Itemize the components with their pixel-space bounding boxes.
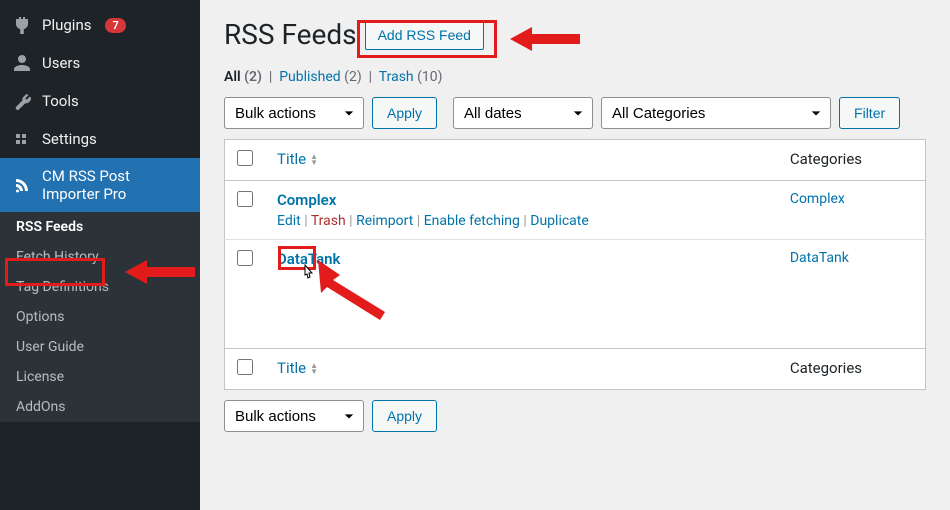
tablenav-top: Bulk actions Apply All dates All Categor… <box>224 97 926 129</box>
submenu-options[interactable]: Options <box>0 302 200 332</box>
row-checkbox[interactable] <box>237 191 253 207</box>
feeds-table: Title▲▼ Categories Complex Edit | Trash … <box>224 139 926 390</box>
submenu-user-guide[interactable]: User Guide <box>0 332 200 362</box>
apply-bulk-button[interactable]: Apply <box>372 97 437 129</box>
select-all-checkbox-bottom[interactable] <box>237 359 253 375</box>
add-rss-feed-button[interactable]: Add RSS Feed <box>365 20 484 50</box>
menu-cm-rss[interactable]: CM RSS Post Importer Pro <box>0 158 200 212</box>
action-duplicate[interactable]: Duplicate <box>530 213 589 229</box>
apply-bulk-button-bottom[interactable]: Apply <box>372 400 437 432</box>
categories-filter-select[interactable]: All Categories <box>601 97 831 129</box>
menu-settings[interactable]: Settings <box>0 120 200 158</box>
menu-label: Users <box>42 54 80 72</box>
settings-icon <box>12 129 32 149</box>
dates-filter-select[interactable]: All dates <box>453 97 593 129</box>
tablenav-bottom: Bulk actions Apply <box>224 400 926 432</box>
filter-trash[interactable]: Trash (10) <box>379 69 443 85</box>
bulk-actions-select-bottom[interactable]: Bulk actions <box>224 400 364 432</box>
menu-label: Plugins <box>42 16 91 34</box>
submenu-addons[interactable]: AddOns <box>0 392 200 422</box>
menu-tools[interactable]: Tools <box>0 82 200 120</box>
status-filter-links: All (2) | Published (2) | Trash (10) <box>224 69 926 85</box>
category-link[interactable]: DataTank <box>790 250 849 266</box>
row-checkbox[interactable] <box>237 250 253 266</box>
column-categories: Categories <box>778 140 926 181</box>
action-edit[interactable]: Edit <box>277 213 301 229</box>
action-reimport[interactable]: Reimport <box>356 213 413 229</box>
menu-users[interactable]: Users <box>0 44 200 82</box>
action-enable-fetching[interactable]: Enable fetching <box>424 213 520 229</box>
select-all-checkbox[interactable] <box>237 150 253 166</box>
cursor-pointer-icon <box>300 264 316 284</box>
column-categories-bottom: Categories <box>778 349 926 390</box>
row-actions: Edit | Trash | Reimport | Enable fetchin… <box>277 213 766 229</box>
filter-all[interactable]: All (2) <box>224 69 262 85</box>
menu-label: Tools <box>42 92 79 110</box>
bulk-actions-select[interactable]: Bulk actions <box>224 97 364 129</box>
menu-plugins[interactable]: Plugins 7 <box>0 6 200 44</box>
sort-icon: ▲▼ <box>310 363 318 375</box>
submenu-tag-definitions[interactable]: Tag Definitions <box>0 272 200 302</box>
tools-icon <box>12 91 32 111</box>
table-row: DataTank DataTank <box>225 240 926 349</box>
filter-button[interactable]: Filter <box>839 97 900 129</box>
main-content: RSS Feeds Add RSS Feed All (2) | Publish… <box>200 0 950 510</box>
column-title[interactable]: Title▲▼ <box>277 150 318 168</box>
plugins-icon <box>12 15 32 35</box>
submenu-license[interactable]: License <box>0 362 200 392</box>
page-title: RSS Feeds <box>224 18 357 51</box>
users-icon <box>12 53 32 73</box>
submenu-fetch-history[interactable]: Fetch History <box>0 242 200 272</box>
menu-label: Settings <box>42 130 97 148</box>
menu-label: CM RSS Post Importer Pro <box>42 167 188 203</box>
table-row: Complex Edit | Trash | Reimport | Enable… <box>225 181 926 240</box>
cm-rss-submenu: RSS Feeds Fetch History Tag Definitions … <box>0 212 200 422</box>
filter-published[interactable]: Published (2) <box>279 69 362 85</box>
sort-icon: ▲▼ <box>310 154 318 166</box>
action-trash[interactable]: Trash <box>311 213 346 229</box>
column-title-bottom[interactable]: Title▲▼ <box>277 359 318 377</box>
admin-sidebar: Plugins 7 Users Tools Settings CM RSS Po… <box>0 0 200 510</box>
submenu-rss-feeds[interactable]: RSS Feeds <box>0 212 200 242</box>
feed-title-link[interactable]: Complex <box>277 191 336 209</box>
rss-icon <box>12 175 32 195</box>
plugin-update-badge: 7 <box>105 18 125 33</box>
category-link[interactable]: Complex <box>790 191 845 207</box>
